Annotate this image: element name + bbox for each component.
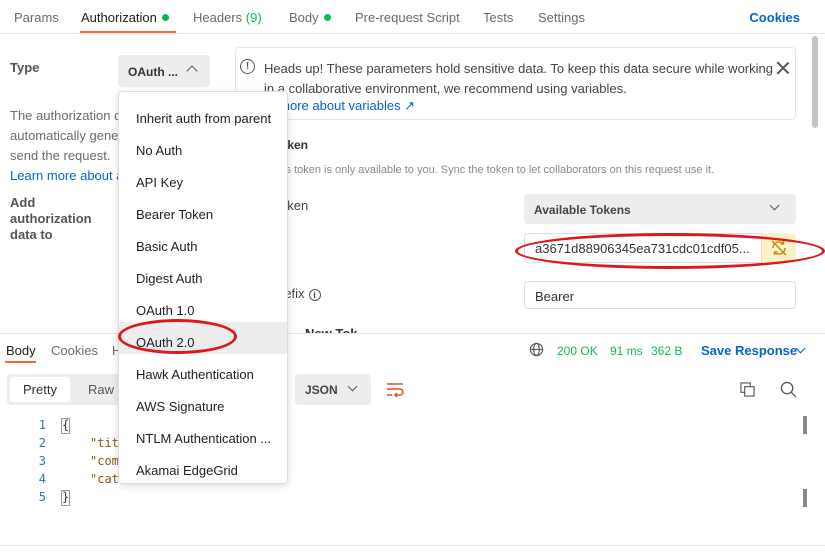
auth-description: The authorization d automatically gene s…	[10, 106, 122, 186]
response-time[interactable]: 91 ms	[610, 344, 643, 358]
bracket-match-marker	[61, 418, 70, 434]
menu-item-oauth1[interactable]: OAuth 1.0	[119, 290, 287, 322]
tab-body[interactable]: Body	[289, 10, 331, 25]
tab-headers-label: Headers	[193, 10, 243, 25]
divider	[0, 545, 825, 546]
format-select[interactable]: JSON	[295, 374, 371, 405]
info-icon[interactable]: i	[308, 289, 321, 301]
copy-icon[interactable]	[740, 382, 755, 397]
type-label: Type	[10, 60, 40, 75]
search-icon[interactable]	[780, 381, 797, 398]
menu-item-ntlm[interactable]: NTLM Authentication ...	[119, 418, 287, 450]
menu-item-hawk[interactable]: Hawk Authentication	[119, 354, 287, 386]
code-line: "com	[90, 454, 119, 468]
cookies-link[interactable]: Cookies	[749, 10, 800, 25]
close-icon[interactable]	[775, 60, 791, 76]
tab-authorization-label: Authorization	[81, 10, 157, 25]
status-code[interactable]: 200 OK	[557, 344, 598, 358]
section-subtitle: ss token is only available to you. Sync …	[280, 164, 715, 176]
tab-settings[interactable]: Settings	[538, 10, 585, 25]
raw-view-button[interactable]: Raw	[88, 382, 114, 397]
menu-item-api-key[interactable]: API Key	[119, 162, 287, 194]
header-prefix-input[interactable]: Bearer	[524, 281, 796, 309]
scrollbar[interactable]	[803, 489, 807, 507]
line-number: 3	[38, 454, 46, 468]
menu-item-bearer-token[interactable]: Bearer Token	[119, 194, 287, 226]
bracket-match-marker	[61, 490, 70, 506]
available-tokens-label: Available Tokens	[534, 203, 631, 217]
pretty-view-button[interactable]: Pretty	[10, 377, 70, 402]
response-size[interactable]: 362 B	[651, 344, 682, 358]
status-dot-icon	[323, 14, 331, 21]
auth-type-menu: Inherit auth from parent No Auth API Key…	[118, 91, 288, 484]
tab-pre-request-script[interactable]: Pre-request Script	[355, 10, 460, 25]
line-number: 2	[38, 436, 46, 450]
learn-more-link[interactable]: Learn more about a	[10, 166, 122, 186]
menu-item-aws-signature[interactable]: AWS Signature	[119, 386, 287, 418]
tab-tests[interactable]: Tests	[483, 10, 513, 25]
description-line: The authorization d	[10, 108, 122, 123]
tab-params[interactable]: Params	[14, 10, 59, 25]
line-number: 4	[38, 472, 46, 486]
menu-item-inherit[interactable]: Inherit auth from parent	[119, 98, 287, 130]
save-response-button[interactable]: Save Response	[701, 343, 797, 358]
menu-item-digest-auth[interactable]: Digest Auth	[119, 258, 287, 290]
description-line: send the request.	[10, 148, 111, 163]
tab-authorization[interactable]: Authorization	[81, 10, 169, 25]
line-number: 1	[38, 418, 46, 432]
chevron-down-icon	[347, 381, 358, 392]
response-tab-cookies[interactable]: Cookies	[51, 343, 98, 358]
menu-item-akamai[interactable]: Akamai EdgeGrid	[119, 450, 287, 482]
chevron-up-icon	[186, 65, 198, 77]
scrollbar[interactable]	[803, 416, 807, 434]
notice-text: Heads up! These parameters hold sensitiv…	[264, 61, 773, 96]
code-line: "tit	[90, 436, 119, 450]
status-dot-icon	[161, 14, 169, 21]
line-number: 5	[38, 490, 46, 504]
chevron-down-icon	[769, 200, 780, 211]
add-auth-label: Add authorization data to	[10, 195, 92, 242]
tab-headers[interactable]: Headers (9)	[193, 10, 262, 25]
description-line: automatically gene	[10, 128, 119, 143]
tab-body-label: Body	[289, 10, 319, 25]
headers-count: (9)	[245, 10, 262, 25]
annotation-circle	[118, 319, 237, 354]
info-icon: !	[240, 59, 255, 74]
menu-item-basic-auth[interactable]: Basic Auth	[119, 226, 287, 258]
response-tab-body[interactable]: Body	[6, 343, 36, 358]
globe-icon[interactable]	[529, 342, 544, 357]
request-tabs: Params Authorization Headers (9) Body Pr…	[0, 0, 825, 34]
wrap-lines-icon[interactable]	[386, 382, 404, 398]
annotation-circle	[515, 233, 825, 269]
scrollbar[interactable]	[812, 36, 818, 128]
active-tab-indicator	[80, 31, 176, 33]
active-tab-indicator	[5, 361, 36, 363]
auth-type-value: OAuth ...	[128, 65, 178, 79]
auth-type-select[interactable]: OAuth ...	[118, 55, 210, 87]
menu-item-no-auth[interactable]: No Auth	[119, 130, 287, 162]
available-tokens-select[interactable]: Available Tokens	[524, 194, 796, 224]
format-value: JSON	[305, 383, 338, 397]
code-line: "cat	[90, 472, 119, 486]
